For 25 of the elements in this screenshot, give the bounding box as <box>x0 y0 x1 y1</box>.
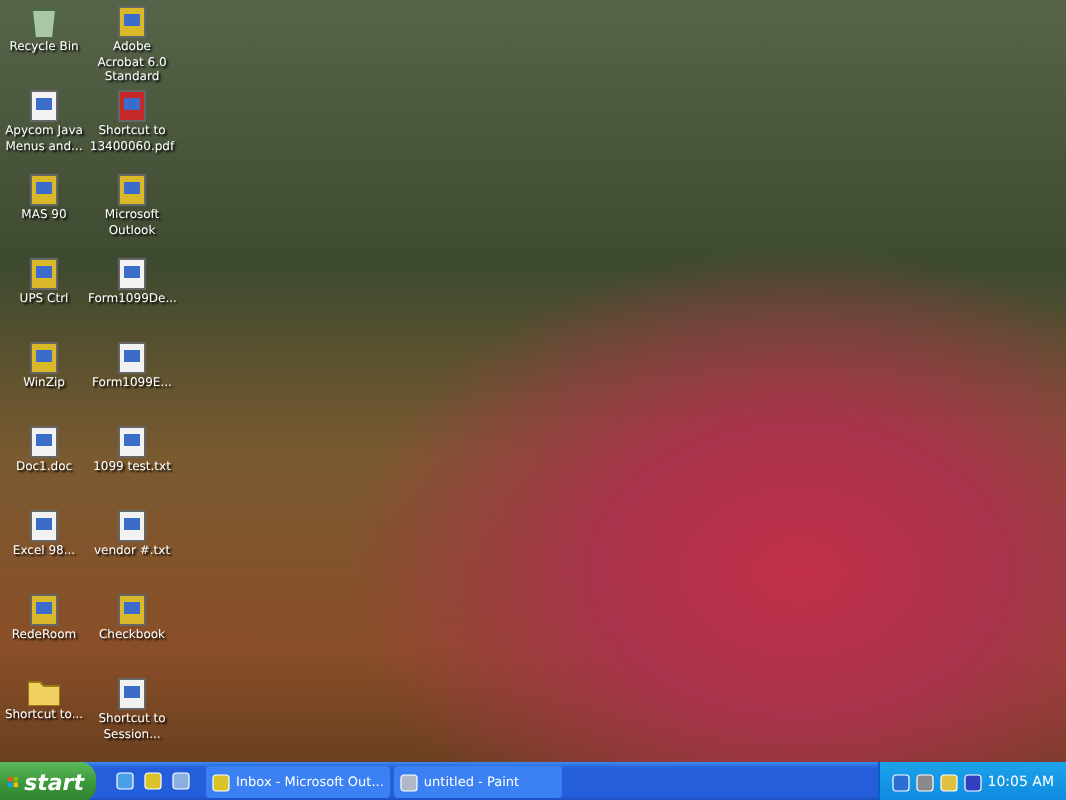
document-icon <box>30 426 58 458</box>
application-icon <box>30 342 58 374</box>
program-icon <box>399 773 418 791</box>
application-icon <box>118 6 146 38</box>
quick-launch-button[interactable] <box>116 771 138 793</box>
document-icon <box>30 510 58 542</box>
document-icon <box>118 510 146 542</box>
application-icon <box>118 594 146 626</box>
document-icon <box>30 90 58 122</box>
document-icon <box>118 258 146 290</box>
recycle-bin-icon <box>30 6 58 38</box>
windows-logo-icon <box>8 772 19 792</box>
program-icon <box>212 773 230 791</box>
folder-icon <box>28 678 60 706</box>
document-icon <box>118 342 146 374</box>
quick-launch-button[interactable] <box>172 771 194 793</box>
document-icon <box>118 426 146 458</box>
start-button[interactable]: start <box>0 762 96 800</box>
application-icon <box>118 174 146 206</box>
pdf-file-icon <box>118 90 146 122</box>
application-icon <box>30 174 58 206</box>
application-icon <box>30 594 58 626</box>
quick-launch-button[interactable] <box>144 771 166 793</box>
application-icon <box>30 258 58 290</box>
document-icon <box>118 678 146 710</box>
